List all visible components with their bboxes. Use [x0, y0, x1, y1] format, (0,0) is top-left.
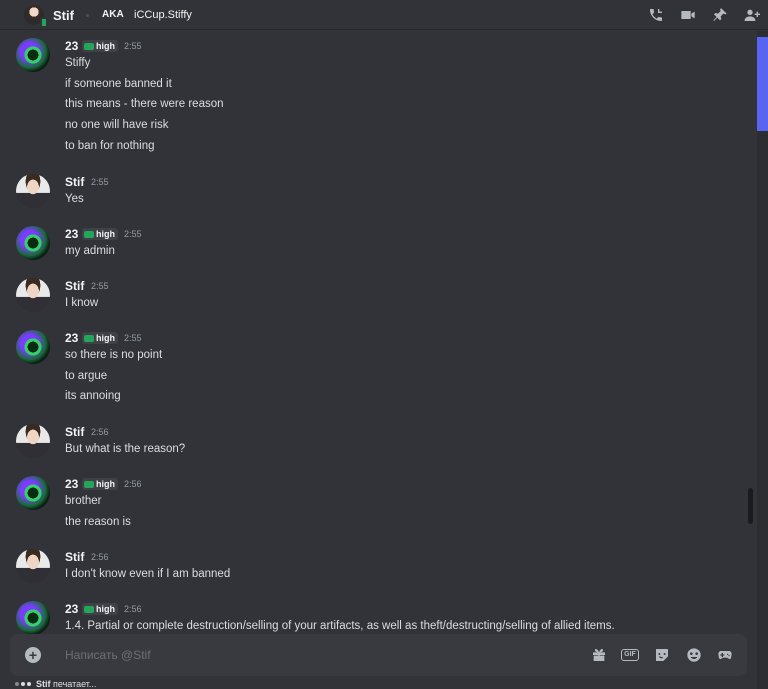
avatar[interactable]	[16, 476, 50, 510]
typing-dot	[27, 682, 31, 686]
status-badge: high	[82, 603, 118, 615]
message-composer: + GIF	[10, 634, 747, 676]
avatar[interactable]	[16, 330, 50, 364]
status-badge: high	[82, 228, 118, 240]
message-text: if someone banned it	[65, 78, 172, 90]
aka-label: AKA	[102, 9, 124, 20]
message-timestamp: 2:56	[91, 427, 109, 437]
message-text: I don't know even if I am banned	[65, 568, 231, 580]
controller-badge-icon	[84, 42, 94, 50]
aka-name: iCCup.Stiffy	[134, 9, 192, 21]
message-text: the reason is	[65, 516, 131, 528]
avatar[interactable]	[16, 174, 50, 208]
controller-badge-icon	[84, 605, 94, 613]
accent-bar	[757, 37, 768, 131]
controller-badge-icon	[84, 230, 94, 238]
message-author[interactable]: Stif	[65, 175, 84, 189]
message-timestamp: 2:55	[124, 333, 142, 343]
video-call-icon[interactable]	[672, 0, 704, 30]
channel-header: Stif AKA iCCup.Stiffy	[0, 0, 768, 30]
voice-call-icon[interactable]	[640, 0, 672, 30]
status-badge: high	[82, 332, 118, 344]
header-toolbar	[640, 0, 768, 30]
separator-dot	[86, 14, 89, 17]
mobile-status-icon	[40, 17, 48, 28]
message-text: to ban for nothing	[65, 140, 155, 152]
avatar[interactable]	[16, 226, 50, 260]
message-author[interactable]: Stif	[65, 550, 84, 564]
controller-badge-icon	[84, 480, 94, 488]
avatar[interactable]	[16, 549, 50, 583]
message-text: 1.4. Partial or complete destruction/sel…	[65, 620, 615, 632]
avatar[interactable]	[16, 424, 50, 458]
message-author[interactable]: 23	[65, 39, 78, 53]
header-username[interactable]: Stif	[53, 8, 74, 23]
message-text: so there is no point	[65, 349, 163, 361]
message-text: brother	[65, 495, 102, 507]
pin-icon[interactable]	[704, 0, 736, 30]
member-panel-edge	[757, 31, 768, 689]
controller-badge-icon	[84, 334, 94, 342]
add-member-icon[interactable]	[736, 0, 768, 30]
message-text: my admin	[65, 245, 115, 257]
message-text: But what is the reason?	[65, 443, 186, 455]
avatar[interactable]	[16, 38, 50, 72]
message-author[interactable]: 23	[65, 602, 78, 616]
message-author[interactable]: 23	[65, 227, 78, 241]
message-timestamp: 2:55	[91, 177, 109, 187]
avatar[interactable]	[16, 601, 50, 634]
message-text: Yes	[65, 193, 84, 205]
scrollbar-thumb[interactable]	[748, 488, 753, 524]
message-text: Stiffy	[65, 57, 91, 69]
message-text: to argue	[65, 370, 108, 382]
message-timestamp: 2:56	[124, 604, 142, 614]
header-avatar[interactable]	[24, 5, 48, 28]
message-timestamp: 2:56	[124, 479, 142, 489]
message-author[interactable]: Stif	[65, 279, 84, 293]
emoji-icon[interactable]	[685, 646, 703, 664]
message-text: no one will have risk	[65, 119, 169, 131]
typing-dot	[21, 682, 25, 686]
message-author[interactable]: Stif	[65, 425, 84, 439]
message-timestamp: 2:56	[91, 552, 109, 562]
sticker-icon[interactable]	[653, 646, 671, 664]
message-timestamp: 2:55	[124, 41, 142, 51]
attach-plus-icon[interactable]: +	[25, 647, 41, 663]
message-timestamp: 2:55	[124, 229, 142, 239]
message-list: 23 high 2:55 Stiffy if someone banned it…	[0, 31, 756, 634]
typing-text: Stif печатает...	[36, 679, 96, 689]
message-text: I know	[65, 297, 99, 309]
status-badge: high	[82, 40, 118, 52]
typing-user: Stif	[36, 679, 51, 689]
message-author[interactable]: 23	[65, 477, 78, 491]
gif-icon[interactable]: GIF	[621, 646, 639, 664]
typing-indicator: Stif печатает...	[15, 679, 96, 689]
gift-icon[interactable]	[590, 646, 608, 664]
message-author[interactable]: 23	[65, 331, 78, 345]
message-text: its annoing	[65, 390, 121, 402]
activity-icon[interactable]	[716, 646, 734, 664]
status-badge: high	[82, 478, 118, 490]
typing-status: печатает...	[50, 679, 97, 689]
message-input[interactable]	[65, 645, 565, 665]
avatar[interactable]	[16, 278, 50, 312]
typing-dot	[15, 682, 19, 686]
message-text: this means - there were reason	[65, 98, 224, 110]
message-timestamp: 2:55	[91, 281, 109, 291]
